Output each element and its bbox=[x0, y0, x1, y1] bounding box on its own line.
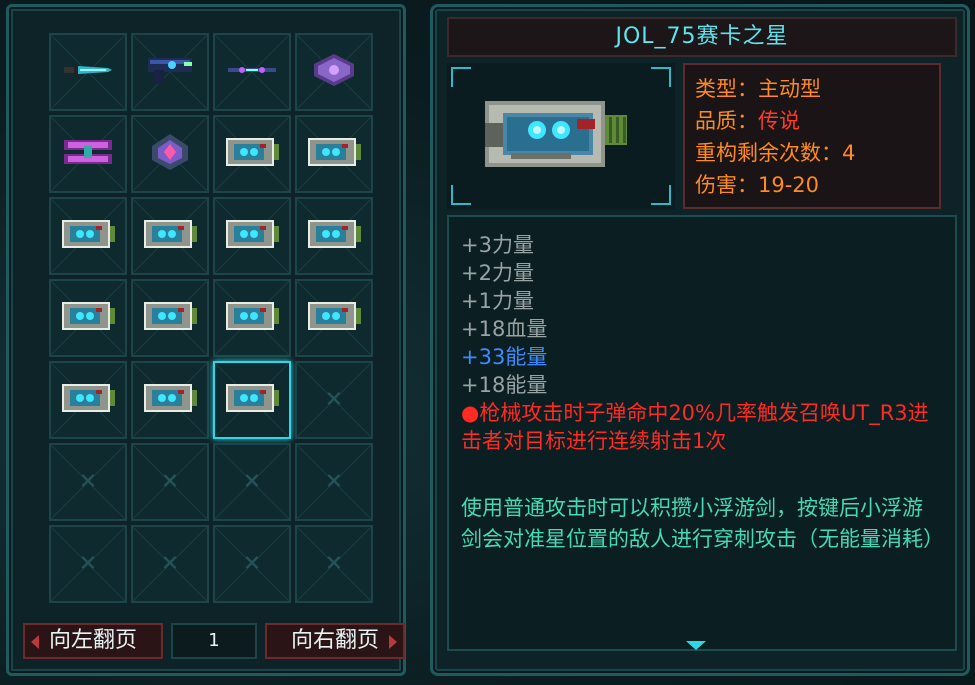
page-number: 1 bbox=[171, 623, 257, 659]
empty-slot-mark-icon: ✕ bbox=[324, 551, 344, 577]
empty-slot-mark-icon: ✕ bbox=[242, 469, 262, 495]
frame-corner bbox=[651, 67, 671, 87]
dagger-icon bbox=[58, 50, 118, 94]
attribute-line: +18血量 bbox=[461, 317, 548, 341]
stat-line: 伤害：19-20 bbox=[695, 169, 929, 201]
inventory-slot[interactable] bbox=[213, 115, 291, 193]
inventory-slot[interactable] bbox=[213, 197, 291, 275]
cannon-icon bbox=[58, 378, 118, 422]
cannon-icon bbox=[485, 101, 627, 167]
laser-rifle-icon bbox=[222, 50, 282, 94]
attribute-line: +3力量 bbox=[461, 233, 534, 257]
item-description: 使用普通攻击时可以积攒小浮游剑，按键后小浮游剑会对准星位置的敌人进行穿刺攻击（无… bbox=[461, 496, 944, 551]
inventory-slot[interactable] bbox=[295, 197, 373, 275]
cannon-icon bbox=[58, 296, 118, 340]
empty-slot-mark-icon: ✕ bbox=[324, 387, 344, 413]
stat-value: 19-20 bbox=[758, 173, 820, 197]
cannon-icon bbox=[304, 132, 364, 176]
empty-slot[interactable]: ✕ bbox=[131, 443, 209, 521]
stat-line: 类型：主动型 bbox=[695, 73, 929, 105]
inventory-slot[interactable] bbox=[49, 33, 127, 111]
empty-slot-mark-icon: ✕ bbox=[242, 551, 262, 577]
cannon-icon bbox=[140, 378, 200, 422]
inventory-slot[interactable] bbox=[295, 33, 373, 111]
cannon-icon bbox=[140, 296, 200, 340]
stat-value: 传说 bbox=[758, 109, 800, 133]
empty-slot-mark-icon: ✕ bbox=[78, 551, 98, 577]
cannon-icon bbox=[304, 296, 364, 340]
inventory-panel: ✕ ✕ ✕ ✕ ✕ ✕ ✕ ✕ ✕ 向左翻页 1 向右翻页 bbox=[6, 4, 406, 676]
attribute-line: +18能量 bbox=[461, 373, 548, 397]
empty-slot-mark-icon: ✕ bbox=[324, 469, 344, 495]
next-page-label: 向右翻页 bbox=[290, 628, 379, 653]
item-title: JOL_75赛卡之星 bbox=[447, 17, 957, 57]
cannon-icon bbox=[140, 214, 200, 258]
empty-slot[interactable]: ✕ bbox=[131, 525, 209, 603]
item-stats: 类型：主动型 品质：传说 重构剩余次数：4 伤害：19-20 bbox=[683, 63, 941, 209]
inventory-slot[interactable] bbox=[49, 115, 127, 193]
special-effect: ●枪械攻击时子弹命中20%几率触发召唤UT_R3进击者对目标进行连续射击1次 bbox=[461, 401, 929, 453]
inventory-slot[interactable] bbox=[213, 361, 291, 439]
empty-slot[interactable]: ✕ bbox=[49, 525, 127, 603]
stat-line: 重构剩余次数：4 bbox=[695, 137, 929, 169]
inventory-slot[interactable] bbox=[131, 33, 209, 111]
cannon-icon bbox=[222, 214, 282, 258]
stat-line: 品质：传说 bbox=[695, 105, 929, 137]
empty-slot-mark-icon: ✕ bbox=[160, 469, 180, 495]
arrow-left-icon bbox=[31, 635, 39, 649]
stat-value: 4 bbox=[842, 141, 856, 165]
frame-corner bbox=[651, 185, 671, 205]
frame-corner bbox=[451, 185, 471, 205]
stat-label: 伤害： bbox=[695, 173, 758, 197]
pager: 向左翻页 1 向右翻页 bbox=[23, 623, 405, 661]
inventory-slot[interactable] bbox=[49, 279, 127, 357]
inventory-slot[interactable] bbox=[49, 361, 127, 439]
inventory-slot[interactable] bbox=[131, 115, 209, 193]
cannon-icon bbox=[304, 214, 364, 258]
attribute-list: +3力量 +2力量 +1力量 +18血量 +33能量 +18能量 bbox=[461, 231, 943, 399]
empty-slot[interactable]: ✕ bbox=[213, 525, 291, 603]
twin-blaster-icon bbox=[58, 132, 118, 176]
arrow-right-icon bbox=[389, 635, 397, 649]
cannon-icon bbox=[222, 378, 282, 422]
item-detail-panel: JOL_75赛卡之星 类型：主动型 品质：传说 重构剩余次数：4 伤害：19-20 +… bbox=[430, 4, 970, 676]
stat-value: 主动型 bbox=[758, 77, 821, 101]
empty-slot[interactable]: ✕ bbox=[213, 443, 291, 521]
inventory-slot[interactable] bbox=[213, 33, 291, 111]
item-description-box: +3力量 +2力量 +1力量 +18血量 +33能量 +18能量 ●枪械攻击时子弹命中20… bbox=[447, 215, 957, 651]
stat-label: 类型： bbox=[695, 77, 758, 101]
inventory-slot[interactable] bbox=[213, 279, 291, 357]
empty-slot[interactable]: ✕ bbox=[295, 361, 373, 439]
shield-drone-icon bbox=[304, 50, 364, 94]
inventory-grid: ✕ ✕ ✕ ✕ ✕ ✕ ✕ ✕ ✕ bbox=[49, 33, 375, 603]
empty-slot[interactable]: ✕ bbox=[295, 525, 373, 603]
next-page-button[interactable]: 向右翻页 bbox=[265, 623, 405, 659]
empty-slot-mark-icon: ✕ bbox=[78, 469, 98, 495]
attribute-line: +2力量 bbox=[461, 261, 534, 285]
cannon-icon bbox=[222, 132, 282, 176]
inventory-slot[interactable] bbox=[295, 115, 373, 193]
empty-slot[interactable]: ✕ bbox=[295, 443, 373, 521]
inventory-slot[interactable] bbox=[131, 361, 209, 439]
cannon-icon bbox=[58, 214, 118, 258]
item-preview bbox=[447, 63, 675, 209]
prev-page-button[interactable]: 向左翻页 bbox=[23, 623, 163, 659]
stat-label: 重构剩余次数： bbox=[695, 141, 842, 165]
prev-page-label: 向左翻页 bbox=[48, 628, 137, 653]
attribute-line: +33能量 bbox=[461, 345, 548, 369]
inventory-slot[interactable] bbox=[131, 279, 209, 357]
inventory-slot[interactable] bbox=[49, 197, 127, 275]
inventory-slot[interactable] bbox=[295, 279, 373, 357]
scroll-down-icon[interactable] bbox=[686, 641, 706, 650]
frame-corner bbox=[451, 67, 471, 87]
stat-label: 品质： bbox=[695, 109, 758, 133]
empty-slot-mark-icon: ✕ bbox=[160, 551, 180, 577]
attribute-line: +1力量 bbox=[461, 289, 534, 313]
empty-slot[interactable]: ✕ bbox=[49, 443, 127, 521]
crystal-core-icon bbox=[140, 132, 200, 176]
cannon-icon bbox=[222, 296, 282, 340]
pistol-icon bbox=[140, 50, 200, 94]
inventory-slot[interactable] bbox=[131, 197, 209, 275]
